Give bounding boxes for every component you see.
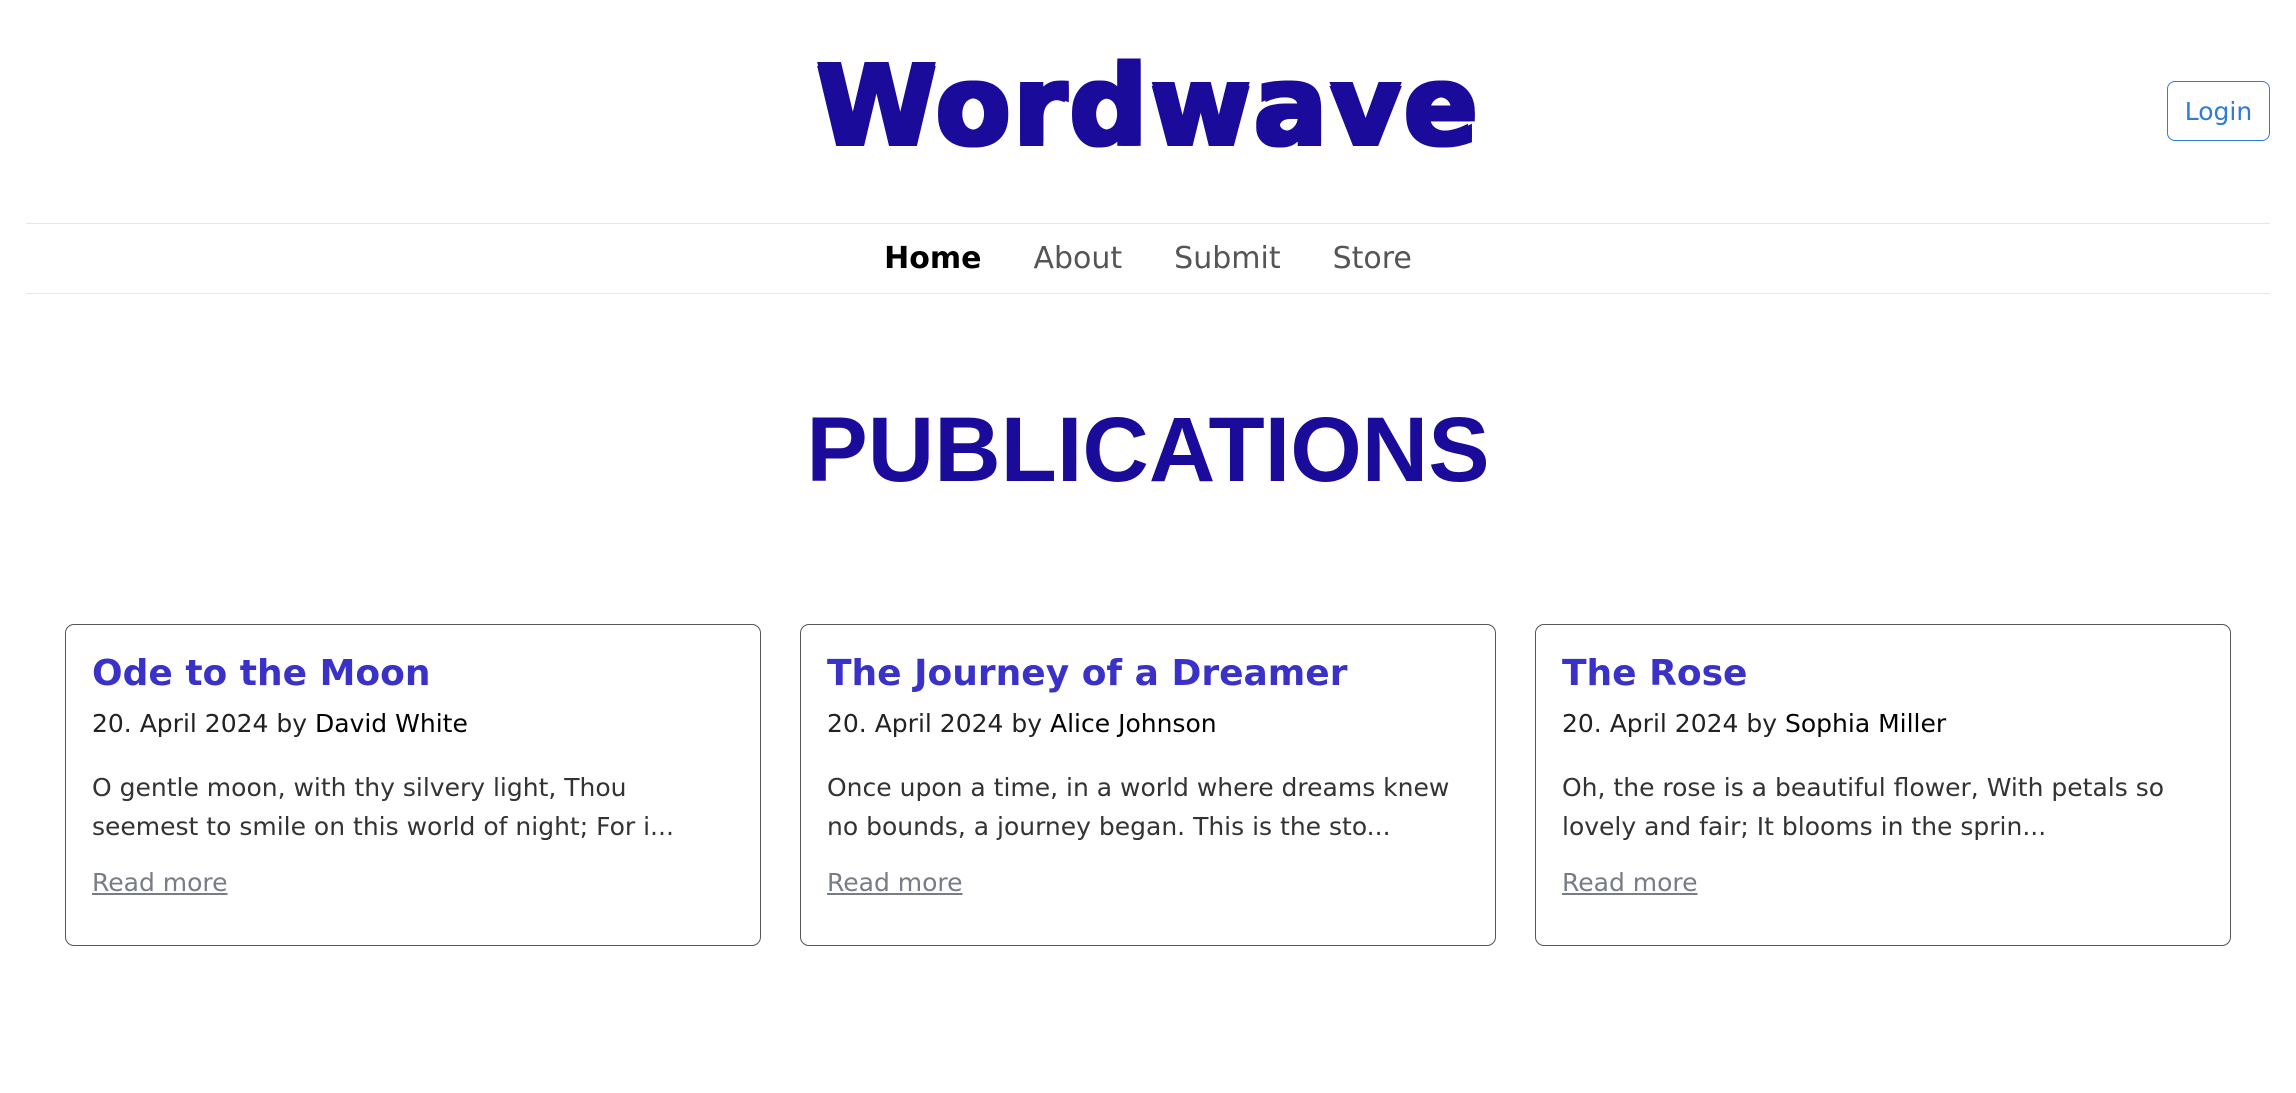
nav-item-about[interactable]: About xyxy=(1033,241,1122,276)
nav-item-home[interactable]: Home xyxy=(884,241,981,276)
site-logo[interactable]: Wordwave xyxy=(26,46,2270,166)
login-button[interactable]: Login xyxy=(2167,81,2270,141)
publication-list: Ode to the Moon 20. April 2024 by David … xyxy=(65,624,2231,946)
page-title: PUBLICATIONS xyxy=(806,399,1490,501)
site-header: Wordwave Login xyxy=(26,0,2270,224)
publication-card: The Rose 20. April 2024 by Sophia Miller… xyxy=(1535,624,2231,946)
card-by: by xyxy=(1746,709,1778,738)
nav-item-store[interactable]: Store xyxy=(1333,241,1412,276)
publication-card: The Journey of a Dreamer 20. April 2024 … xyxy=(800,624,1496,946)
read-more-link[interactable]: Read more xyxy=(827,866,963,900)
card-meta: 20. April 2024 by David White xyxy=(92,707,734,741)
card-by: by xyxy=(276,709,308,738)
card-title[interactable]: The Journey of a Dreamer xyxy=(827,651,1469,697)
card-meta: 20. April 2024 by Sophia Miller xyxy=(1562,707,2204,741)
card-author: David White xyxy=(315,709,468,738)
card-date: 20. April 2024 xyxy=(1562,709,1739,738)
card-date: 20. April 2024 xyxy=(827,709,1004,738)
main-nav: Home About Submit Store xyxy=(26,223,2270,294)
card-title[interactable]: The Rose xyxy=(1562,651,2204,697)
read-more-link[interactable]: Read more xyxy=(1562,866,1698,900)
card-by: by xyxy=(1011,709,1043,738)
publication-card: Ode to the Moon 20. April 2024 by David … xyxy=(65,624,761,946)
card-author: Sophia Miller xyxy=(1785,709,1947,738)
card-excerpt: Once upon a time, in a world where dream… xyxy=(827,773,1450,841)
page: Wordwave Login Home About Submit Store P… xyxy=(0,0,2296,1093)
card-excerpt: Oh, the rose is a beautiful flower, With… xyxy=(1562,773,2165,841)
nav-item-submit[interactable]: Submit xyxy=(1174,241,1280,276)
card-excerpt: O gentle moon, with thy silvery light, T… xyxy=(92,773,674,841)
read-more-link[interactable]: Read more xyxy=(92,866,228,900)
card-meta: 20. April 2024 by Alice Johnson xyxy=(827,707,1469,741)
card-author: Alice Johnson xyxy=(1050,709,1217,738)
card-title[interactable]: Ode to the Moon xyxy=(92,651,734,697)
card-date: 20. April 2024 xyxy=(92,709,269,738)
